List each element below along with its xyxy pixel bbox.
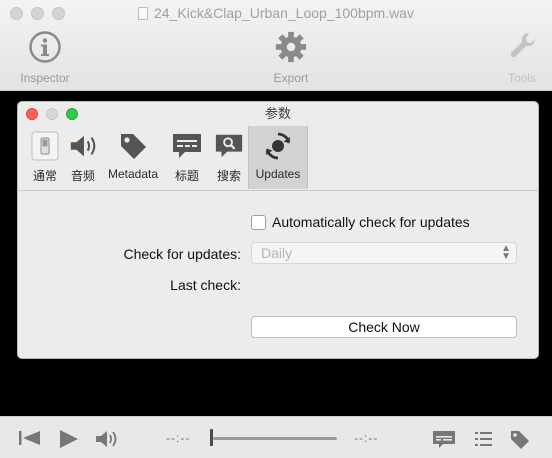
prefs-zoom-button[interactable]	[66, 108, 78, 120]
skip-back-icon[interactable]	[18, 429, 42, 447]
player-bar: --:-- --:--	[0, 416, 552, 458]
tab-general[interactable]: 通常	[26, 126, 64, 189]
window-title: 24_Kick&Clap_Urban_Loop_100bpm.wav	[0, 5, 552, 21]
tools-button[interactable]: Tools	[496, 30, 548, 85]
update-frequency-value: Daily	[261, 245, 293, 261]
tab-updates[interactable]: Updates	[248, 126, 308, 189]
auto-check-row[interactable]: Automatically check for updates	[251, 214, 470, 230]
preferences-tabs: 通常 音频 Metadata 标题 搜索 Updates	[26, 126, 308, 189]
caption-icon[interactable]	[432, 429, 456, 449]
scrubber-knob[interactable]	[210, 429, 213, 446]
tab-metadata[interactable]: Metadata	[102, 126, 164, 189]
wrench-icon	[510, 32, 536, 58]
gear-icon	[275, 31, 307, 63]
caption-icon	[173, 134, 201, 158]
tag-icon	[121, 134, 146, 159]
update-frequency-select[interactable]: Daily ▲ ▼	[251, 242, 517, 264]
list-icon[interactable]	[474, 429, 494, 449]
switch-icon	[31, 131, 59, 161]
speaker-icon	[70, 135, 96, 157]
app-window: 24_Kick&Clap_Urban_Loop_100bpm.wav Inspe…	[0, 0, 552, 458]
auto-check-checkbox[interactable]	[251, 214, 266, 230]
auto-check-label: Automatically check for updates	[272, 214, 470, 230]
last-check-label: Last check:	[170, 277, 241, 293]
search-icon	[215, 134, 243, 158]
time-elapsed: --:--	[166, 431, 191, 445]
preferences-title: 参数	[264, 106, 291, 121]
check-for-updates-label: Check for updates:	[123, 246, 241, 262]
tab-audio[interactable]: 音频	[64, 126, 102, 189]
title-toolbar: 24_Kick&Clap_Urban_Loop_100bpm.wav Inspe…	[0, 0, 552, 91]
play-icon[interactable]	[58, 429, 80, 449]
file-icon	[138, 7, 149, 20]
inspector-label: Inspector	[20, 71, 70, 85]
updates-panel: Automatically check for updates Check fo…	[18, 190, 538, 358]
tab-search[interactable]: 搜索	[210, 126, 248, 189]
tools-label: Tools	[507, 71, 536, 85]
prefs-minimize-button[interactable]	[46, 108, 58, 120]
inspector-button[interactable]: Inspector	[14, 30, 76, 85]
prefs-window-controls	[26, 108, 78, 120]
sync-icon	[265, 132, 291, 160]
prefs-close-button[interactable]	[26, 108, 38, 120]
volume-icon[interactable]	[94, 429, 120, 449]
select-arrows-icon: ▲ ▼	[501, 243, 511, 262]
tag-icon[interactable]	[509, 429, 531, 449]
time-remaining: --:--	[354, 431, 379, 445]
export-label: Export	[273, 71, 309, 85]
tab-captions[interactable]: 标题	[164, 126, 210, 189]
check-now-button[interactable]: Check Now	[251, 316, 517, 338]
preferences-titlebar: 参数	[18, 102, 538, 126]
playback-scrubber[interactable]	[213, 437, 337, 440]
preferences-window: 参数 通常 音频 Metadata 标题 搜索 Updates Automati…	[17, 101, 539, 359]
info-icon	[29, 31, 61, 63]
export-button[interactable]: Export	[260, 30, 322, 85]
